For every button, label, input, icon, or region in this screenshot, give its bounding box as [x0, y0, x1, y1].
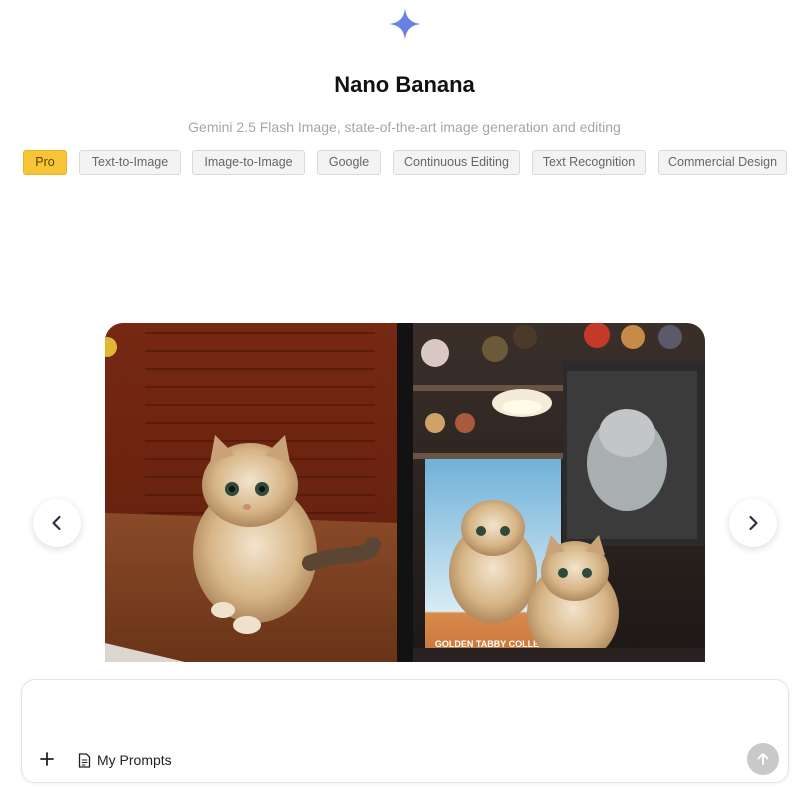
my-prompts-label: My Prompts — [97, 752, 172, 768]
tag-text-to-image[interactable]: Text-to-Image — [79, 150, 181, 175]
arrow-up-icon — [757, 753, 769, 765]
page-subtitle: Gemini 2.5 Flash Image, state-of-the-art… — [188, 119, 621, 135]
tag-google[interactable]: Google — [317, 150, 381, 175]
my-prompts-button[interactable]: My Prompts — [78, 750, 172, 770]
document-icon — [78, 752, 91, 768]
chevron-right-icon — [749, 515, 758, 531]
add-attachment-button[interactable] — [38, 750, 56, 768]
send-button[interactable] — [747, 743, 779, 775]
carousel-next-button[interactable] — [729, 499, 777, 547]
carousel-prev-button[interactable] — [33, 499, 81, 547]
example-image-carousel[interactable]: GOLDEN TABBY COLLECT — [105, 323, 705, 662]
prompt-input[interactable] — [36, 690, 740, 744]
chevron-left-icon — [52, 515, 61, 531]
tag-continuous-editing[interactable]: Continuous Editing — [393, 150, 520, 175]
sparkle-icon — [388, 7, 422, 41]
page-title: Nano Banana — [334, 72, 475, 97]
tag-commercial-design[interactable]: Commercial Design — [658, 150, 787, 175]
tag-pro[interactable]: Pro — [23, 150, 67, 175]
box-label-text: GOLDEN TABBY COLLECT — [435, 639, 552, 649]
prompt-composer: My Prompts — [21, 679, 789, 783]
page: Nano Banana Gemini 2.5 Flash Image, stat… — [0, 0, 809, 790]
plus-icon — [40, 752, 54, 766]
tag-image-to-image[interactable]: Image-to-Image — [192, 150, 305, 175]
cat-comparison-image: GOLDEN TABBY COLLECT — [105, 323, 705, 662]
tag-text-recognition[interactable]: Text Recognition — [532, 150, 646, 175]
